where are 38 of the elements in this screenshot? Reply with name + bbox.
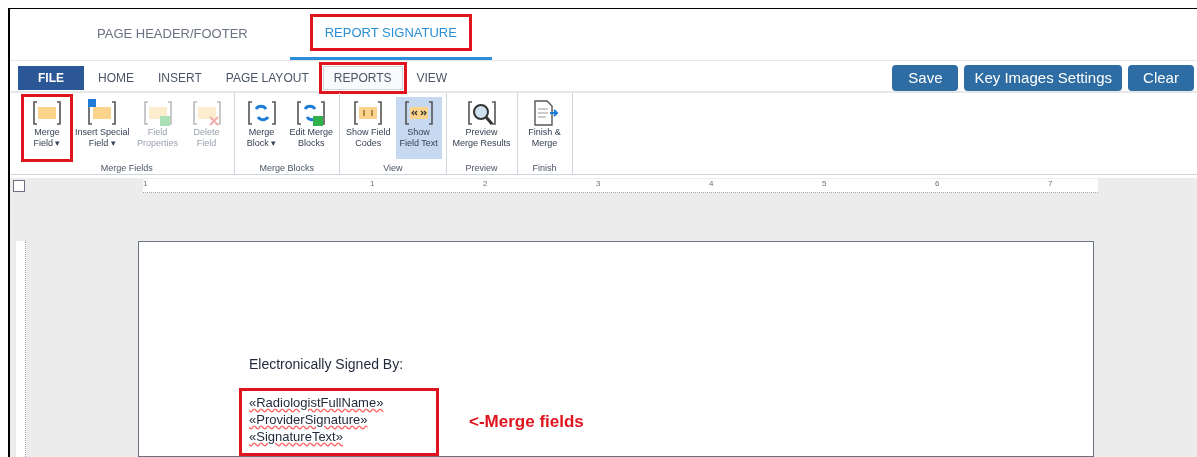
ribbon-button[interactable]: Insert Special Field ▾ [73, 97, 132, 159]
group-label: Preview [465, 162, 498, 175]
top-tab[interactable]: PAGE HEADER/FOOTER [65, 8, 280, 60]
ribbon-button[interactable]: Edit Merge Blocks [287, 97, 336, 159]
ribbon-button[interactable]: Show Field Text [395, 97, 442, 159]
action-button[interactable]: Save [892, 65, 959, 91]
edit-block-icon [296, 99, 327, 127]
group-label: Merge Fields [100, 162, 153, 175]
action-button[interactable]: Clear [1128, 65, 1194, 91]
action-button[interactable]: Key Images Settings [964, 65, 1122, 91]
ribbon-button[interactable]: Finish & Merge [521, 97, 568, 159]
ribbon-button[interactable]: Merge Block ▾ [238, 97, 285, 159]
ribbon-button[interactable]: Preview Merge Results [450, 97, 513, 159]
annotation-text: <-Merge fields [469, 411, 584, 434]
ribbon-tab[interactable]: HOME [88, 66, 144, 90]
field-properties-icon [142, 99, 173, 127]
group-label: View [383, 162, 403, 175]
merge-field[interactable]: «SignatureText» [249, 428, 436, 445]
merge-field[interactable]: «ProviderSignature» [249, 411, 436, 428]
tab-selector-icon[interactable] [13, 179, 25, 192]
block-refresh-icon [246, 99, 277, 127]
field-icon [32, 99, 62, 127]
field-text-icon [403, 99, 434, 127]
ribbon-tab[interactable]: INSERT [148, 66, 212, 90]
merge-field[interactable]: «RadiologistFullName» [249, 394, 436, 411]
ribbon-tab[interactable]: PAGE LAYOUT [215, 66, 319, 90]
special-field-icon [87, 99, 118, 127]
ribbon-button[interactable]: Show Field Codes [344, 97, 393, 159]
ribbon-tab[interactable]: VIEW [406, 66, 458, 90]
group-label: Merge Blocks [259, 162, 315, 175]
group-label: Finish [532, 162, 557, 175]
delete-field-icon [191, 99, 222, 127]
ribbon-button[interactable]: Merge Field ▾ [24, 97, 70, 159]
field-codes-icon [353, 99, 384, 127]
horizontal-ruler: 1 1 2 3 4 5 6 7 [143, 178, 1098, 193]
ribbon-tab[interactable]: FILE [18, 66, 84, 90]
magnifier-icon [466, 99, 497, 127]
document-text: Electronically Signed By: [249, 355, 405, 374]
